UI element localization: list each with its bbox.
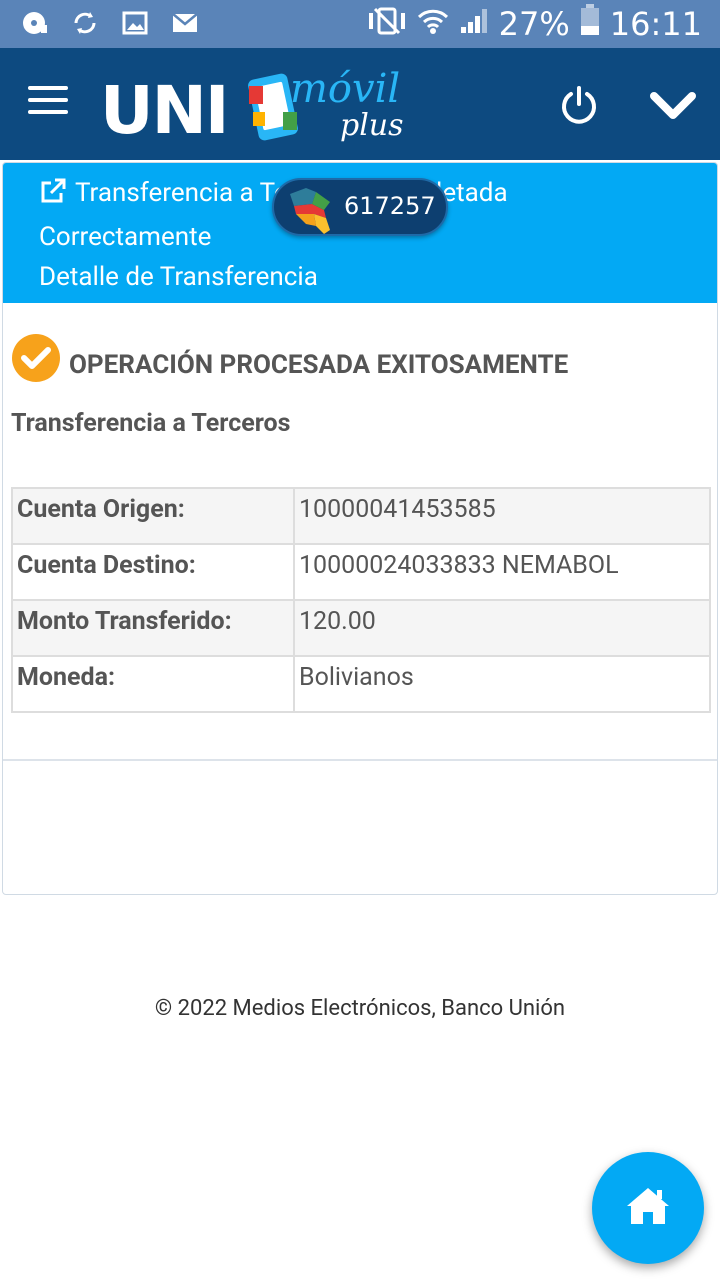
system-indicators: 27% 16:11 bbox=[367, 4, 702, 44]
logo-plus-text: plus bbox=[340, 108, 404, 143]
detail-value: Bolivianos bbox=[293, 655, 711, 713]
success-row: OPERACIÓN PROCESADA EXITOSAMENTE bbox=[11, 333, 568, 387]
footer-copyright: © 2022 Medios Electrónicos, Banco Unión bbox=[154, 996, 566, 1021]
transfer-card: Transferencia a Terceros Completada Corr… bbox=[2, 162, 718, 895]
detail-label: Moneda: bbox=[11, 655, 295, 713]
power-icon[interactable] bbox=[558, 84, 600, 126]
detail-label: Cuenta Destino: bbox=[11, 543, 295, 601]
battery-icon bbox=[580, 4, 600, 44]
clock: 16:11 bbox=[609, 5, 702, 43]
success-message: OPERACIÓN PROCESADA EXITOSAMENTE bbox=[69, 350, 569, 380]
mail-icon bbox=[170, 8, 200, 38]
home-icon bbox=[625, 1186, 671, 1230]
check-circle-icon bbox=[11, 333, 61, 387]
notification-icons bbox=[20, 8, 200, 38]
detail-value: 10000024033833 NEMABOL bbox=[293, 543, 711, 601]
table-row: Cuenta Origen: 10000041453585 bbox=[11, 487, 711, 545]
app-logo: UNI móvil plus bbox=[100, 66, 404, 150]
media-icon bbox=[20, 8, 50, 38]
sync-icon bbox=[70, 8, 100, 38]
header-subtitle: Detalle de Transferencia bbox=[39, 262, 318, 292]
signal-icon bbox=[459, 5, 489, 43]
battery-percent: 27% bbox=[498, 5, 570, 43]
logo-movil-text: móvil bbox=[290, 66, 401, 112]
detail-label: Cuenta Origen: bbox=[11, 487, 295, 545]
detail-value: 120.00 bbox=[293, 599, 711, 657]
image-icon bbox=[120, 8, 150, 38]
app-bar: UNI móvil plus bbox=[0, 48, 720, 160]
mute-icon bbox=[367, 5, 407, 43]
transfer-type: Transferencia a Terceros bbox=[11, 409, 291, 438]
details-table: Cuenta Origen: 10000041453585 Cuenta Des… bbox=[11, 487, 711, 713]
card-divider bbox=[3, 759, 717, 761]
logo-uni-text: UNI bbox=[100, 72, 229, 149]
bolivia-map-icon bbox=[286, 184, 334, 240]
wifi-icon bbox=[417, 5, 449, 43]
chevron-down-icon[interactable] bbox=[648, 88, 698, 124]
detail-value: 10000041453585 bbox=[293, 487, 711, 545]
table-row: Monto Transferido: 120.00 bbox=[11, 599, 711, 657]
menu-icon[interactable] bbox=[28, 86, 68, 118]
overlay-badge[interactable]: 617257 bbox=[272, 178, 448, 236]
external-link-icon bbox=[39, 177, 67, 217]
table-row: Cuenta Destino: 10000024033833 NEMABOL bbox=[11, 543, 711, 601]
badge-number: 617257 bbox=[344, 192, 436, 220]
table-row: Moneda: Bolivianos bbox=[11, 655, 711, 713]
status-bar: 27% 16:11 bbox=[0, 0, 720, 48]
home-button[interactable] bbox=[592, 1152, 704, 1264]
detail-label: Monto Transferido: bbox=[11, 599, 295, 657]
